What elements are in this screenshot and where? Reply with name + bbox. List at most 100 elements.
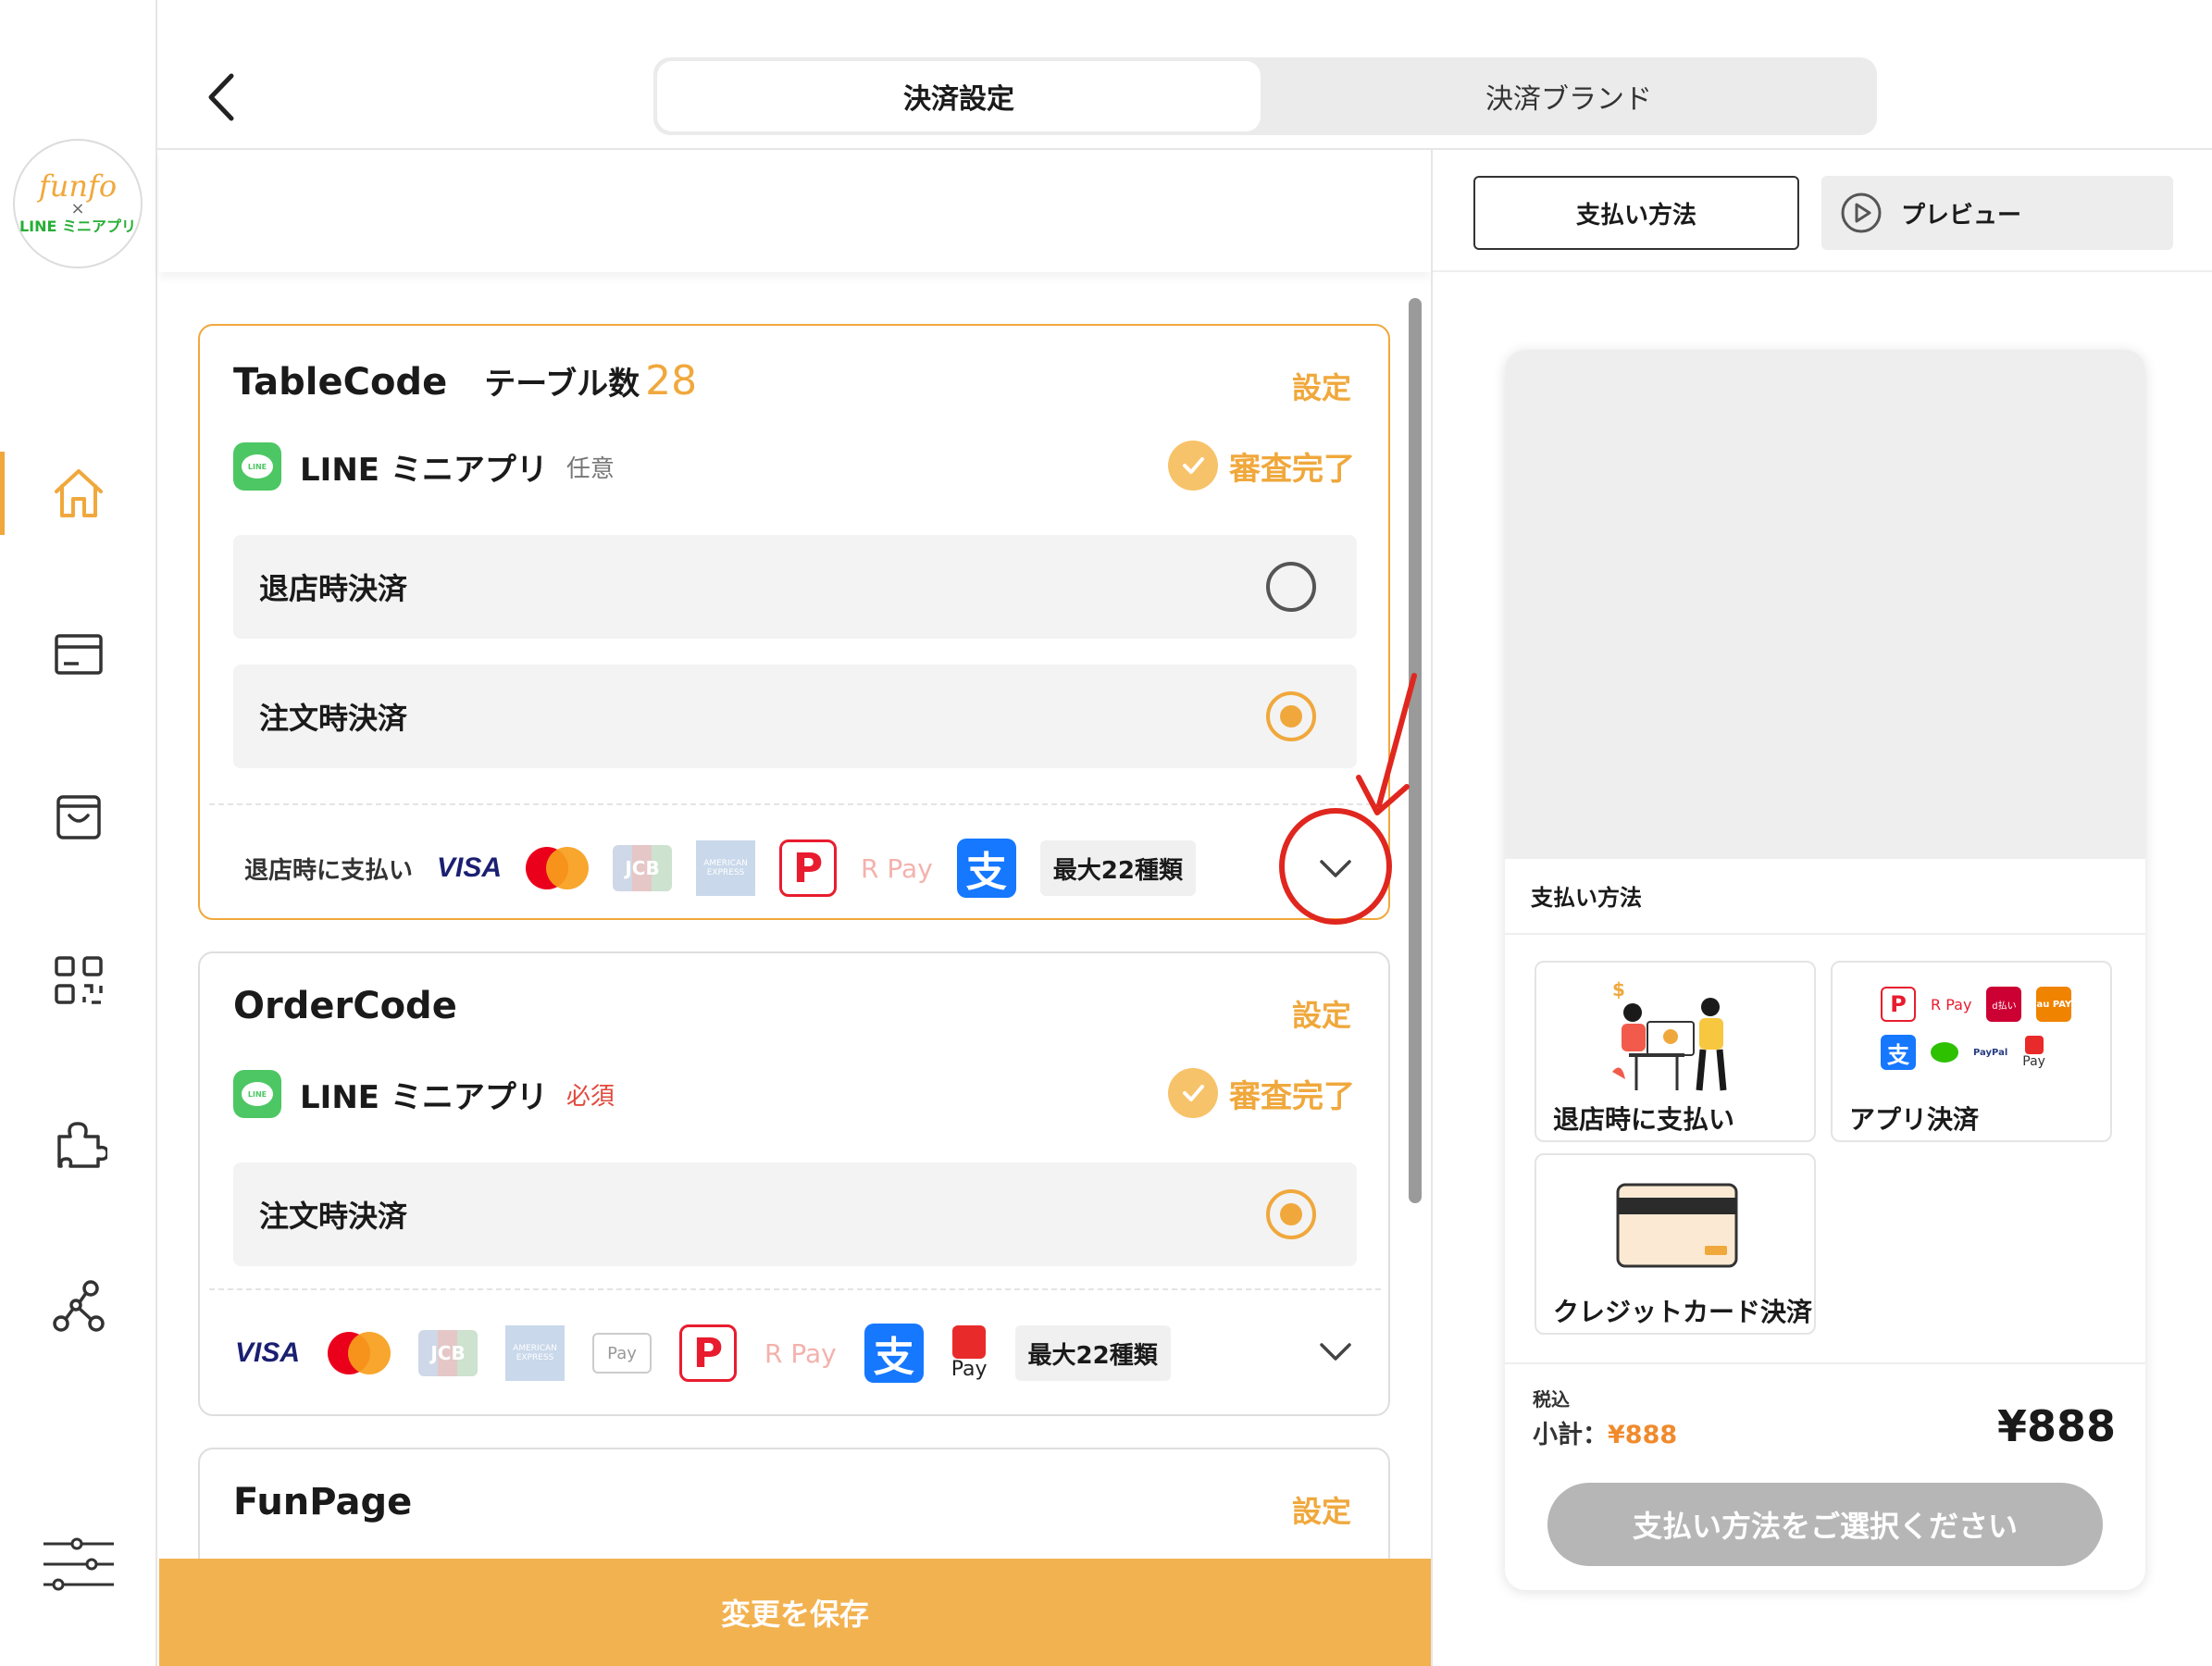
sidebar-item-shop[interactable] (0, 766, 157, 868)
pay-method-label: クレジットカード決済 (1553, 1297, 1813, 1327)
preview-divider (1505, 933, 2145, 935)
card-title: TableCode テーブル数 28 (233, 357, 697, 404)
alipay-mini-logo: 支 (1881, 1035, 1916, 1070)
annotation-arrow-circle (1279, 673, 1417, 925)
required-tag: 必須 (565, 1082, 615, 1111)
line-icon-text: LINE (242, 454, 273, 479)
preview-divider (1505, 1362, 2145, 1364)
paypay-logo: P (679, 1324, 738, 1382)
rpay-logo: R Pay (764, 1337, 837, 1369)
total-amount: ¥888 (1996, 1401, 2116, 1451)
review-status-text: 審査完了 (1229, 1077, 1355, 1115)
ordercode-card: OrderCode 設定 LINE LINE ミニアプリ 必須 審査完了 注文時… (198, 951, 1390, 1416)
pay-at-counter-illustration: $ (1612, 978, 1727, 1091)
preview-section-title: 支払い方法 (1531, 885, 1642, 911)
option-label: 注文時決済 (259, 1199, 408, 1234)
sidebar-item-integrations[interactable] (0, 1255, 157, 1357)
preview-button-label: プレビュー (1901, 201, 2022, 230)
tax-label: 税込 (1533, 1388, 1570, 1411)
line-miniapp-label: LINE ミニアプリ (300, 1078, 548, 1116)
ordercode-setting-link[interactable]: 設定 (1292, 992, 1351, 1035)
wechatpay-mini-logo (1931, 1042, 1958, 1063)
table-count-value: 28 (645, 357, 698, 404)
merpay-text: Pay (951, 1358, 988, 1381)
option-label: 退店時決済 (259, 571, 408, 606)
max-brands-pill: 最大22種類 (1014, 1325, 1171, 1381)
dashed-divider (209, 803, 1381, 805)
aupay-mini-logo: au PAY (2036, 987, 2072, 1022)
table-count-text: テーブル数 (484, 366, 640, 403)
svg-text:$: $ (1612, 978, 1625, 1001)
select-payment-button[interactable]: 支払い方法をご選択ください (1547, 1483, 2103, 1566)
funpage-title: FunPage (233, 1481, 413, 1523)
table-count-label: テーブル数 28 (484, 357, 697, 404)
pay-method-exit[interactable]: $ 退店時に支払い (1535, 961, 1816, 1142)
option-label: 注文時決済 (259, 701, 408, 736)
tablecode-card: TableCode テーブル数 28 設定 LINE LINE ミニアプリ 任意 審… (198, 324, 1390, 920)
preview-hero-placeholder (1505, 350, 2145, 859)
card-icon (55, 634, 103, 675)
pay-method-app[interactable]: P R Pay d払い au PAY 支 PayPal Pay アプリ決済 (1831, 961, 2112, 1142)
qr-icon (55, 956, 103, 1004)
logo-cross-text: × (70, 199, 85, 218)
expand-brands-button[interactable] (1312, 1329, 1359, 1375)
pay-method-credit[interactable]: クレジットカード決済 (1535, 1153, 1816, 1335)
tab-payment-brands[interactable]: 決済ブランド (1264, 61, 1873, 131)
merpay-mini-logo: Pay (2022, 1036, 2045, 1069)
rpay-logo: R Pay (861, 852, 933, 884)
option-pay-at-exit[interactable]: 退店時決済 (233, 535, 1357, 639)
brand-list-label: 退店時に支払い (244, 856, 414, 885)
line-icon: LINE (233, 1070, 281, 1118)
back-chevron-icon (208, 73, 234, 121)
logo-line-text: LINE ミニアプリ (19, 218, 137, 235)
amex-logo: AMERICAN EXPRESS (696, 840, 756, 896)
merpay-logo: Pay (951, 1325, 988, 1381)
chevron-down-icon (1320, 1343, 1351, 1361)
funpage-setting-link[interactable]: 設定 (1292, 1488, 1351, 1531)
jcb-logo: JCB (418, 1330, 478, 1376)
funfo-logo: funfo × LINE ミニアプリ (13, 139, 143, 268)
subtotal-label: 小計： (1533, 1421, 1608, 1449)
app-pay-brand-grid: P R Pay d払い au PAY 支 PayPal Pay (1881, 987, 2075, 1070)
paypay-logo: P (779, 839, 838, 897)
merpay-mini-text: Pay (2022, 1054, 2045, 1069)
radio-selected[interactable] (1266, 1189, 1316, 1239)
option-pay-at-order[interactable]: 注文時決済 (233, 1162, 1357, 1266)
option-pay-at-order[interactable]: 注文時決済 (233, 665, 1357, 768)
left-toolbar-band (159, 150, 1431, 272)
top-tab-bar: 決済設定 決済ブランド (653, 57, 1877, 135)
tablecode-setting-link[interactable]: 設定 (1292, 365, 1351, 407)
paypal-mini-logo: PayPal (1973, 1047, 2008, 1058)
visa-logo: VISA (235, 1337, 301, 1368)
review-status: 審査完了 (1168, 441, 1355, 491)
tab-payment-settings[interactable]: 決済設定 (657, 61, 1261, 131)
line-miniapp-row: LINE LINE ミニアプリ 必須 (233, 1068, 615, 1120)
alipay-logo: 支 (956, 839, 1016, 898)
logo-funfo-text: funfo (38, 168, 118, 204)
network-icon (53, 1280, 105, 1332)
save-changes-button[interactable]: 変更を保存 (159, 1559, 1431, 1666)
radio-unselected[interactable] (1266, 562, 1316, 612)
preview-button[interactable]: プレビュー (1821, 176, 2173, 250)
mastercard-logo (328, 1332, 391, 1374)
sidebar-item-extensions[interactable] (0, 1092, 157, 1194)
brand-list: 退店時に支払い VISA JCB AMERICAN EXPRESS P R Pa… (244, 831, 1196, 905)
back-button[interactable] (193, 65, 248, 130)
sidebar-item-settings[interactable] (0, 1514, 157, 1616)
payment-methods-button[interactable]: 支払い方法 (1473, 176, 1799, 250)
subtotal-value: ¥888 (1608, 1421, 1678, 1449)
pay-method-label: 退店時に支払い (1553, 1104, 1735, 1135)
sidebar-item-qr[interactable] (0, 929, 157, 1031)
credit-card-icon (1616, 1183, 1738, 1268)
sidebar-item-cards[interactable] (0, 603, 157, 705)
line-miniapp-label: LINE ミニアプリ (300, 451, 548, 489)
amex-logo: AMERICAN EXPRESS (505, 1325, 565, 1381)
review-status: 審査完了 (1168, 1068, 1355, 1118)
rpay-mini-logo: R Pay (1931, 995, 1972, 1013)
preview-phone: 支払い方法 $ 退店時に支払い P R Pay d払い au PAY 支 Pay… (1505, 350, 2145, 1590)
line-icon: LINE (233, 442, 281, 491)
subtotal: 小計：¥888 (1533, 1414, 1677, 1450)
home-icon (55, 469, 103, 517)
sidebar-item-home[interactable] (0, 442, 157, 544)
bag-icon (56, 795, 101, 839)
